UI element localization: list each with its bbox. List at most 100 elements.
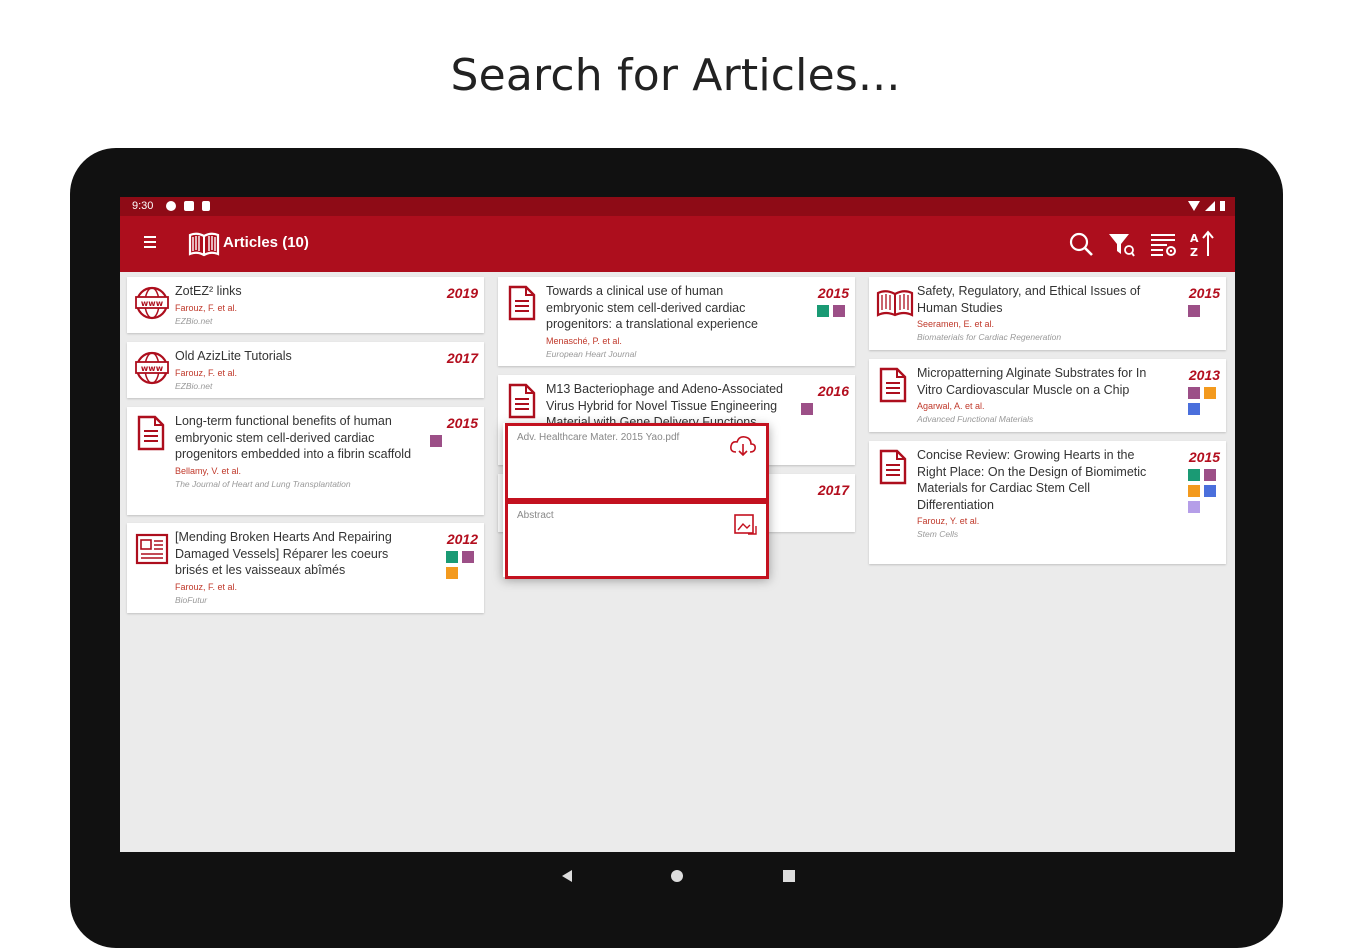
app-title: Articles (10) — [223, 234, 309, 251]
article-authors: Farouz, Y. et al. — [917, 516, 980, 526]
article-authors: Farouz, F. et al. — [175, 581, 238, 592]
system-icons — [1188, 201, 1225, 211]
search-icon[interactable] — [1066, 229, 1096, 259]
article-card[interactable]: Micropatterning Alginate Substrates for … — [869, 359, 1226, 432]
tag-color-square — [1188, 387, 1200, 399]
tag-color-square — [801, 403, 813, 415]
article-year: 2017 — [446, 350, 478, 366]
document-icon — [504, 383, 538, 424]
android-nav-bar — [120, 852, 1235, 900]
document-icon — [875, 449, 909, 490]
article-year: 2015 — [446, 415, 478, 431]
tag-color-square — [817, 305, 829, 317]
article-year: 2016 — [817, 383, 849, 399]
web-page-icon: www — [133, 285, 171, 326]
article-card[interactable]: [Mending Broken Hearts And Repairing Dam… — [127, 523, 484, 613]
status-bar: 9:30 — [120, 197, 1235, 216]
tag-color-square — [1188, 469, 1200, 481]
article-source: Stem Cells — [917, 529, 959, 539]
article-year: 2013 — [1188, 367, 1220, 383]
article-title: Towards a clinical use of human embryoni… — [546, 284, 758, 331]
svg-text:www: www — [141, 299, 164, 308]
article-authors: Bellamy, V. et al. — [175, 465, 242, 476]
article-year: 2015 — [1188, 449, 1220, 465]
tag-list — [1188, 469, 1220, 513]
home-icon[interactable] — [668, 867, 686, 885]
wifi-icon — [1188, 201, 1200, 211]
tag-color-square — [1188, 501, 1200, 513]
article-title: Old AzizLite Tutorials — [175, 349, 292, 363]
tag-color-square — [1204, 485, 1216, 497]
signal-icon — [1205, 201, 1215, 211]
app-screen: 9:30 Articles (10) A Z www ZotEZ² links … — [120, 197, 1235, 852]
article-popup: Adv. Healthcare Mater. 2015 Yao.pdf Abst… — [503, 423, 769, 579]
article-source: Advanced Functional Materials — [917, 414, 1034, 424]
article-title: ZotEZ² links — [175, 284, 242, 298]
article-title: Safety, Regulatory, and Ethical Issues o… — [917, 284, 1141, 315]
book-icon — [875, 285, 915, 326]
view-settings-icon[interactable] — [1148, 229, 1178, 259]
settings-notification-icon — [166, 201, 176, 211]
tag-color-square — [446, 567, 458, 579]
article-year: 2017 — [817, 482, 849, 498]
recents-icon[interactable] — [780, 867, 798, 885]
article-year: 2015 — [817, 285, 849, 301]
tag-color-square — [1188, 305, 1200, 317]
article-year: 2019 — [446, 285, 478, 301]
svg-text:A: A — [1190, 232, 1199, 245]
document-icon — [133, 415, 167, 456]
pdf-attachment-box[interactable]: Adv. Healthcare Mater. 2015 Yao.pdf — [505, 423, 769, 501]
article-authors: Agarwal, A. et al. — [917, 401, 985, 411]
article-title: [Mending Broken Hearts And Repairing Dam… — [175, 530, 392, 577]
sd-card-icon — [202, 201, 210, 211]
battery-icon — [1220, 201, 1225, 211]
article-authors: Menasché, P. et al. — [546, 335, 622, 346]
article-source: Biomaterials for Cardiac Regeneration — [917, 332, 1062, 342]
web-page-icon: www — [133, 350, 171, 391]
tag-list — [801, 403, 833, 415]
article-source: BioFutur — [175, 594, 208, 605]
article-source: EZBio.net — [175, 315, 213, 326]
cloud-download-icon[interactable] — [728, 434, 758, 458]
app-bar: Articles (10) A Z — [120, 216, 1235, 272]
notification-icons — [166, 201, 210, 211]
article-card[interactable]: Towards a clinical use of human embryoni… — [498, 277, 855, 366]
document-icon — [875, 367, 909, 408]
article-authors: Farouz, F. et al. — [175, 302, 238, 313]
article-title: Concise Review: Growing Hearts in the Ri… — [917, 448, 1147, 512]
document-icon — [504, 285, 538, 326]
tag-list — [446, 551, 478, 579]
tag-list — [817, 305, 849, 317]
article-card[interactable]: Long-term functional benefits of human e… — [127, 407, 484, 515]
article-card[interactable]: Safety, Regulatory, and Ethical Issues o… — [869, 277, 1226, 350]
status-time: 9:30 — [132, 200, 154, 212]
abstract-image-icon[interactable] — [732, 512, 758, 538]
svg-text:www: www — [141, 364, 164, 373]
article-year: 2015 — [1188, 285, 1220, 301]
tag-color-square — [1204, 469, 1216, 481]
tag-color-square — [1188, 403, 1200, 415]
back-icon[interactable] — [558, 867, 576, 885]
article-year: 2012 — [446, 531, 478, 547]
article-card[interactable]: Concise Review: Growing Hearts in the Ri… — [869, 441, 1226, 564]
tag-color-square — [462, 551, 474, 563]
tag-list — [430, 435, 462, 447]
abstract-label: Abstract — [517, 510, 554, 521]
tag-color-square — [1188, 485, 1200, 497]
article-authors: Seeramen, E. et al. — [917, 319, 995, 329]
filter-icon[interactable] — [1106, 229, 1136, 259]
article-title: Micropatterning Alginate Substrates for … — [917, 366, 1147, 397]
hamburger-icon[interactable] — [144, 236, 156, 251]
article-source: The Journal of Heart and Lung Transplant… — [175, 478, 351, 489]
headline: Search for Articles... — [450, 50, 901, 101]
app-notification-icon — [184, 201, 194, 211]
sort-icon[interactable]: A Z — [1188, 229, 1218, 259]
open-book-icon — [188, 232, 220, 257]
article-source: European Heart Journal — [546, 348, 637, 359]
tag-list — [1188, 305, 1220, 317]
article-card[interactable]: www ZotEZ² links Farouz, F. et al. EZBio… — [127, 277, 484, 333]
abstract-box[interactable]: Abstract — [505, 501, 769, 579]
tag-color-square — [446, 551, 458, 563]
article-authors: Farouz, F. et al. — [175, 367, 238, 378]
article-card[interactable]: www Old AzizLite Tutorials Farouz, F. et… — [127, 342, 484, 398]
